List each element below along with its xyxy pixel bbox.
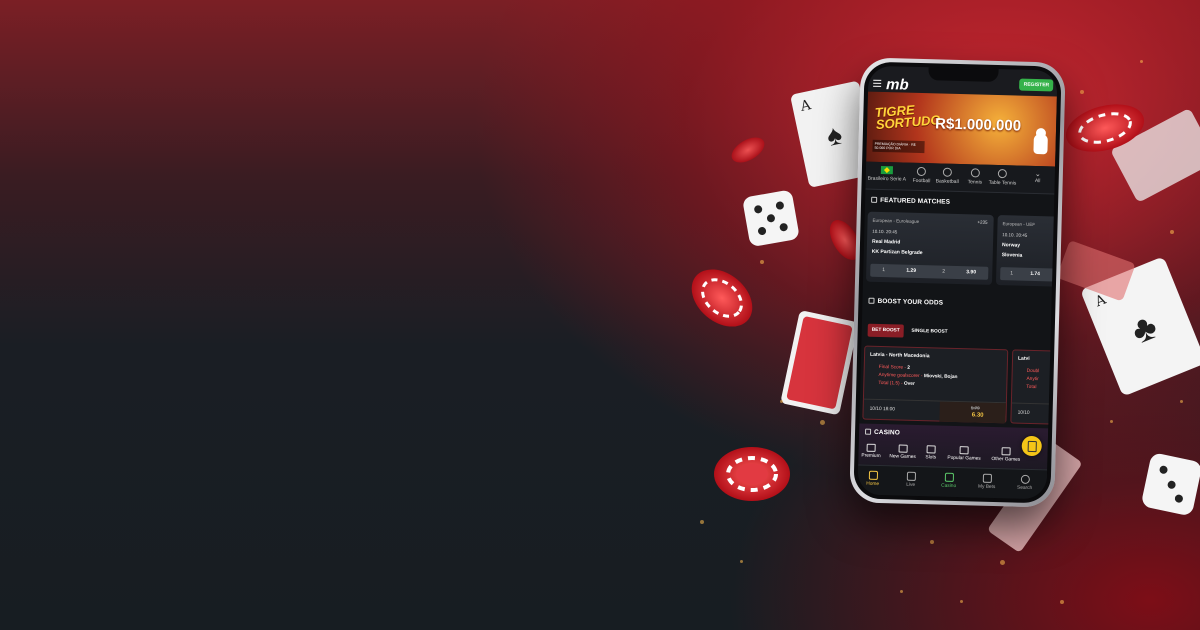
promo-banner[interactable]: TIGRE SORTUDO R$1.000.000 PREMIAÇÃO DIÁRI…	[866, 91, 1057, 167]
phone-notch	[928, 67, 999, 82]
basketball-icon	[942, 167, 953, 177]
menu-icon[interactable]	[873, 79, 882, 89]
new-odd: 6.30	[971, 412, 984, 419]
tennis-icon	[970, 168, 980, 178]
casino-icon	[944, 472, 954, 482]
poker-chip-bottom-left	[714, 447, 790, 501]
match-league: European - UEF	[1002, 221, 1036, 228]
promo-amount: R$1.000.000	[934, 115, 1022, 135]
boost-line: Final Score - 2	[878, 364, 911, 371]
sports-nav: Brasileiro Serie A Football Basketball T…	[865, 161, 1056, 195]
phone-mockup: mb REGISTER TIGRE SORTUDO R$1.000.000 PRE…	[849, 57, 1066, 508]
odds-row: 1 1.29 2 3.90	[870, 263, 989, 280]
old-odd: 5.79	[970, 405, 980, 411]
odd-value[interactable]: 1.74	[1030, 271, 1040, 277]
featured-matches-title: FEATURED MATCHES	[871, 196, 950, 206]
chevron-down-icon: ⌄	[1034, 170, 1041, 179]
sport-basketball[interactable]: Basketball	[936, 167, 960, 185]
boost-line: Total (1.5) - Over	[878, 380, 915, 387]
away-team: KK Partizan Belgrade	[871, 248, 923, 257]
boost-line: Total	[1026, 384, 1037, 391]
boost-card[interactable]: Latvia - North Macedonia Final Score - 2…	[862, 345, 1009, 424]
phone-screen: mb REGISTER TIGRE SORTUDO R$1.000.000 PRE…	[857, 65, 1058, 500]
casino-icon	[864, 428, 872, 435]
football-icon	[917, 166, 927, 177]
sport-tennis[interactable]: Tennis	[968, 168, 983, 186]
poker-chip-small-top	[731, 137, 765, 163]
tab-bet-boost[interactable]: BET BOOST	[867, 323, 904, 338]
away-team: Slovenia	[1001, 252, 1023, 259]
nav-search[interactable]: Search	[1010, 474, 1040, 491]
boost-match: Latvi	[1017, 355, 1030, 362]
sport-football[interactable]: Football	[913, 166, 931, 184]
promo-subtext: PREMIAÇÃO DIÁRIA · R$ 50.000 POR DIA	[872, 139, 925, 154]
nav-live[interactable]: Live	[896, 471, 926, 488]
boost-date: 10/10	[1017, 410, 1030, 416]
live-icon	[906, 471, 916, 481]
odd-label: 2	[942, 268, 946, 275]
odd-label: 1	[1010, 270, 1014, 277]
boost-line: Anytime goalscorer - Miovski, Bojan	[878, 372, 958, 381]
match-time: 10.10. 20:45	[872, 228, 898, 235]
home-team: Real Madrid	[871, 238, 901, 246]
bottom-navigation: Home Live Casino My Bets Search	[857, 464, 1048, 500]
boost-match: Latvia - North Macedonia	[870, 351, 930, 360]
boost-date: 10/10 18:00	[869, 406, 896, 413]
odd-value[interactable]: 1.29	[906, 268, 916, 274]
tiger-mascot-icon	[1033, 133, 1048, 155]
odd-label: 1	[882, 267, 886, 274]
nav-casino[interactable]: Casino	[934, 472, 964, 489]
boost-line: Doubl	[1026, 368, 1040, 375]
boost-footer: 10/10	[1011, 402, 1058, 424]
more-markets-count[interactable]: +235	[977, 220, 987, 225]
odds-row: 1 1.74	[1000, 267, 1058, 282]
star-icon	[1001, 447, 1011, 456]
promo-title: TIGRE SORTUDO	[874, 102, 942, 133]
boost-footer: 10/10 18:00 5.79 6.30	[863, 398, 1006, 424]
premium-icon	[866, 443, 876, 452]
nav-my-bets[interactable]: My Bets	[972, 473, 1002, 490]
bets-icon	[982, 473, 992, 483]
tab-single-boost[interactable]: SINGLE BOOST	[907, 325, 952, 339]
dice-right	[1142, 453, 1200, 515]
brazil-flag-icon	[880, 165, 894, 175]
casino-popular-games[interactable]: Popular Games	[947, 446, 981, 462]
match-league: European - Euroleague	[872, 217, 920, 224]
match-time: 10.10. 20:45	[1002, 232, 1028, 238]
sport-brasileiro[interactable]: Brasileiro Serie A	[868, 165, 907, 183]
casino-slots[interactable]: Slots	[925, 445, 936, 460]
featured-match-card[interactable]: European - Euroleague +235 10.10. 20:45 …	[865, 211, 994, 285]
casino-new-games[interactable]: New Games	[889, 444, 916, 460]
table-tennis-icon	[998, 169, 1008, 179]
boost-card[interactable]: Latvi Doubl Anytir Total 10/10	[1010, 349, 1058, 425]
search-icon	[1020, 474, 1030, 484]
dice-left	[743, 190, 799, 246]
nav-home[interactable]: Home	[858, 470, 888, 487]
poker-chip-left-mid	[691, 269, 753, 327]
register-button[interactable]: REGISTER	[1019, 78, 1054, 92]
casino-premium[interactable]: Premium	[861, 443, 881, 459]
app-logo[interactable]: mb	[886, 76, 909, 94]
slots-icon	[926, 445, 936, 454]
new-games-icon	[898, 444, 908, 453]
fire-icon	[959, 446, 969, 455]
phone-bezel: mb REGISTER TIGRE SORTUDO R$1.000.000 PRE…	[853, 61, 1062, 504]
home-team: Norway	[1001, 242, 1021, 249]
boost-odds-title: BOOST YOUR ODDS	[868, 297, 943, 307]
star-icon	[871, 196, 878, 203]
boost-tabs: BET BOOST SINGLE BOOST	[867, 323, 954, 339]
boost-icon	[868, 297, 875, 304]
boost-odd-button[interactable]: 5.79 6.30	[939, 401, 1006, 424]
boost-line: Anytir	[1026, 376, 1039, 383]
odd-value[interactable]: 3.90	[966, 269, 976, 275]
casino-title: CASINO	[864, 428, 900, 437]
playing-card-back-red	[781, 311, 858, 415]
home-icon	[868, 470, 878, 480]
featured-match-card[interactable]: European - UEF 10.10. 20:45 Norway Slove…	[995, 215, 1058, 287]
sport-all[interactable]: ⌄ All	[1035, 170, 1041, 184]
sport-table-tennis[interactable]: Table Tennis	[989, 169, 1017, 187]
casino-other-games[interactable]: Other Games	[991, 447, 1020, 463]
